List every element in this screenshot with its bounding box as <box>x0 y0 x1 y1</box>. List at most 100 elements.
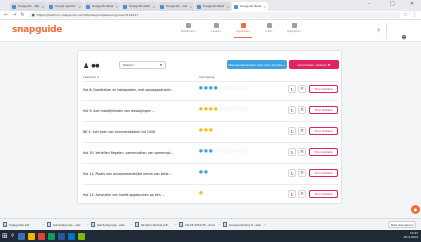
download-item[interactable]: leerdoelgroep...xlsx ⌃ <box>91 221 133 229</box>
download-item[interactable]: Groepsindeling-5...xlsx ⌃ <box>223 221 265 229</box>
chrome-icon[interactable] <box>37 232 45 240</box>
taskview-icon[interactable] <box>17 232 25 240</box>
help-chat-button[interactable]: ● <box>411 205 420 214</box>
reset-button[interactable]: ↻ <box>288 127 296 135</box>
leerdoel-title: Hst 11: Plaats van onvoorwaardelijke ver… <box>83 172 172 176</box>
nav-item[interactable]: Lessen <box>205 23 227 33</box>
windows-start-icon[interactable]: ⊞ <box>2 232 8 240</box>
close-tab-icon[interactable]: × <box>263 5 266 9</box>
close-tab-icon[interactable]: × <box>189 5 192 9</box>
taskbar-search-icon[interactable]: ⚲ <box>11 233 15 239</box>
browser-tab[interactable]: Snapguide Dashboard× <box>121 2 157 11</box>
clock-date: 18-3-2019 <box>403 234 418 239</box>
close-tab-icon[interactable]: × <box>41 5 44 9</box>
browser-tab[interactable]: Google Agenda – Week× <box>47 2 83 11</box>
show-details-button[interactable]: Toon details <box>309 127 338 135</box>
delete-button[interactable]: × <box>298 148 306 156</box>
progress-star-filled: ● <box>203 107 208 112</box>
progress-star-empty: ○ <box>233 107 238 112</box>
browser-tab[interactable]: Snapguide Beheerder× <box>84 2 120 11</box>
chevron-up-icon[interactable]: ⌃ <box>219 223 221 227</box>
reload-icon[interactable]: ↻ <box>20 12 24 18</box>
leerdoel-title: NK 5: Schrijven van bronnenteksten tot 1… <box>83 130 156 134</box>
browser-tab[interactable]: Snapguide Beheer× <box>232 2 268 11</box>
close-window-icon[interactable]: ✕ <box>410 1 414 7</box>
delete-button[interactable]: × <box>298 190 306 198</box>
delete-button[interactable]: × <box>298 106 306 114</box>
chevron-up-icon[interactable]: ⌃ <box>263 223 265 227</box>
reset-button[interactable]: ↻ <box>288 106 296 114</box>
show-all-downloads-button[interactable]: Alles weergeven <box>388 221 416 228</box>
snapguide-logo[interactable]: snapguide <box>12 25 62 35</box>
close-tab-icon[interactable]: × <box>78 5 81 9</box>
row-divider <box>83 142 338 143</box>
show-details-button[interactable]: Toon details <box>309 169 338 177</box>
favicon-icon <box>197 4 201 9</box>
nav-item[interactable]: Rapporten <box>283 23 305 33</box>
reset-button[interactable]: ↻ <box>288 85 296 93</box>
file-icon <box>223 222 227 227</box>
progress-star-empty: ○ <box>233 149 238 154</box>
nav-item-label: Lessen <box>211 30 221 33</box>
file-icon <box>3 222 7 227</box>
leerdoel-title: Hst 8: Doelstellen en toetspoelen, met o… <box>83 88 174 92</box>
show-details-button[interactable]: Toon details <box>309 190 338 198</box>
column-header-leerdoel[interactable]: Leerdoel ∨ <box>83 75 99 79</box>
word-icon[interactable] <box>57 232 65 240</box>
browser-tab[interactable]: Snapguide – Mijn × <box>10 2 46 11</box>
progress-star-filled: ● <box>203 170 208 175</box>
system-clock[interactable]: 14:23 18-3-2019 <box>403 231 418 239</box>
forward-icon[interactable]: → <box>12 12 16 18</box>
minimize-icon[interactable]: – <box>368 1 371 7</box>
maximize-icon[interactable]: □ <box>390 1 395 7</box>
show-details-button[interactable]: Toon details <box>309 148 338 156</box>
outlook-icon[interactable] <box>67 232 75 240</box>
chevron-up-icon[interactable]: ⌃ <box>87 223 89 227</box>
add-leerdoelen-button[interactable]: Nieuwe leerdoelen aan voor de klas + <box>227 60 287 69</box>
reset-button[interactable]: ↻ <box>288 190 296 198</box>
download-item[interactable]: leerdoelgroep...xlsx ⌃ <box>47 221 89 229</box>
url-field[interactable]: ● https://platform.snapguide.nl/nl/NG/le… <box>28 12 400 18</box>
show-details-button[interactable]: Toon details <box>309 85 338 93</box>
show-details-button[interactable]: Toon details <box>309 106 338 114</box>
student-select[interactable]: Sharon ▼ <box>119 61 166 69</box>
browser-menu-icon[interactable]: ⋮ <box>412 12 417 18</box>
save-leerdoelen-button[interactable]: Leerdoelen opslaan ✖ <box>289 60 339 69</box>
browser-tab-label: Snapguide Beheer <box>240 5 261 8</box>
nav-item[interactable]: Inbox <box>258 23 280 33</box>
browser-tab-strip: Snapguide – Mijn×Google Agenda – Week×Sn… <box>0 0 421 11</box>
delete-button[interactable]: × <box>298 85 306 93</box>
search-icon[interactable]: ⚲ <box>377 28 381 34</box>
close-tab-icon[interactable]: × <box>226 5 229 9</box>
nav-item[interactable]: Dashboard <box>177 23 199 33</box>
progress-star-filled: ● <box>199 107 203 112</box>
nav-item[interactable]: Leerlingen <box>232 23 254 38</box>
chevron-up-icon[interactable]: ⌃ <box>43 223 45 227</box>
progress-star-filled: ● <box>203 149 208 154</box>
nav-icon <box>291 23 297 28</box>
app-icon[interactable] <box>77 232 85 240</box>
back-icon[interactable]: ← <box>4 12 8 18</box>
download-item[interactable]: stickers-format.pdf ⌃ <box>135 221 177 229</box>
browser-tab[interactable]: Snapguide – Leerlingen× <box>158 2 194 11</box>
file-explorer-icon[interactable] <box>27 232 35 240</box>
favicon-icon <box>86 4 90 9</box>
reset-button[interactable]: ↻ <box>288 169 296 177</box>
chevron-up-icon[interactable]: ⌃ <box>131 223 133 227</box>
download-item[interactable]: Snapguide.pdf ⌃ <box>3 221 45 229</box>
progress-star-empty: ○ <box>228 86 233 91</box>
close-tab-icon[interactable]: × <box>115 5 118 9</box>
delete-button[interactable]: × <box>298 127 306 135</box>
delete-button[interactable]: × <box>298 169 306 177</box>
progress-star-empty: ○ <box>228 107 233 112</box>
star-bookmark-icon[interactable]: ☆ <box>404 12 408 18</box>
leerdoel-row: Hst 10: Vertellen Regelen, samenvatten v… <box>83 146 339 160</box>
download-item[interactable]: 29-03-2019 05...docx ⌃ <box>179 221 221 229</box>
reset-button[interactable]: ↻ <box>288 148 296 156</box>
chevron-up-icon[interactable]: ⌃ <box>175 223 177 227</box>
progress-star-empty: ○ <box>243 107 248 112</box>
nav-item-label: Inbox <box>265 30 273 33</box>
close-tab-icon[interactable]: × <box>152 5 155 9</box>
excel-icon[interactable] <box>47 232 55 240</box>
browser-tab[interactable]: Snapguide Beheer× <box>195 2 231 11</box>
